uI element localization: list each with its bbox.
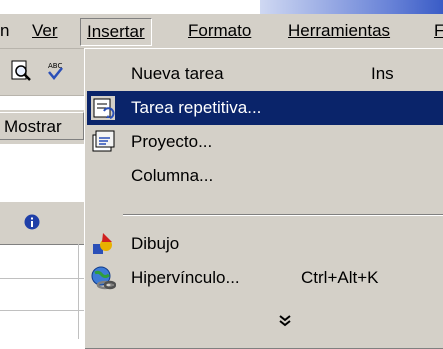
menu-item-hipervinculo[interactable]: Hipervínculo... Ctrl+Alt+K [87, 261, 443, 295]
menu-separator [123, 214, 443, 216]
grid-header [0, 202, 88, 245]
menu-item-label: Proyecto... [131, 132, 213, 151]
project-icon [92, 130, 115, 152]
menu-herramientas[interactable]: Herramientas [282, 18, 396, 44]
print-preview-button[interactable] [8, 58, 34, 84]
menu-item-partial-right[interactable]: F [428, 18, 443, 44]
menu-item-label: Columna... [131, 166, 214, 185]
menu-item-label: Dibujo [131, 234, 180, 253]
hyperlink-icon [91, 266, 116, 290]
grid-row-line [0, 278, 88, 279]
menu-item-shortcut: Ins [371, 64, 394, 83]
expand-chevron-icon[interactable] [275, 311, 295, 331]
drawing-icon [93, 233, 112, 254]
menu-item-dibujo[interactable]: Dibujo [87, 227, 443, 261]
print-preview-icon [11, 60, 31, 81]
menu-formato[interactable]: Formato [182, 18, 257, 44]
menu-item-tarea-repetitiva[interactable]: Tarea repetitiva... [87, 91, 443, 125]
info-icon [24, 214, 40, 230]
menu-insertar[interactable]: Insertar [80, 18, 152, 46]
menu-bar: n Ver Insertar Formato Herramientas F [0, 14, 443, 49]
menu-item-shortcut: Ctrl+Alt+K [301, 268, 379, 287]
mostrar-button[interactable]: Mostrar [0, 112, 84, 140]
recurring-task-icon [91, 96, 115, 120]
menu-ver[interactable]: Ver [26, 18, 64, 44]
menu-item-proyecto[interactable]: Proyecto... [87, 125, 443, 159]
toolbar-row: Mostrar [0, 110, 88, 144]
task-grid [0, 150, 88, 339]
toolbar: ABC [0, 49, 88, 96]
insertar-dropdown-menu: Nueva tarea Ins Tarea repetitiva... Proy… [84, 48, 443, 349]
grid-row-line [0, 310, 88, 311]
menu-item-nueva-tarea[interactable]: Nueva tarea Ins [87, 57, 443, 91]
menu-item-label: Tarea repetitiva... [131, 98, 262, 117]
menu-item-label: Nueva tarea [131, 64, 224, 83]
spelling-button[interactable]: ABC [42, 58, 68, 84]
spelling-icon: ABC [48, 62, 63, 80]
menu-item-partial[interactable]: n [0, 18, 15, 44]
menu-item-label: Hipervínculo... [131, 268, 240, 287]
menu-item-columna[interactable]: Columna... [87, 159, 443, 193]
grid-column-line [78, 244, 79, 339]
